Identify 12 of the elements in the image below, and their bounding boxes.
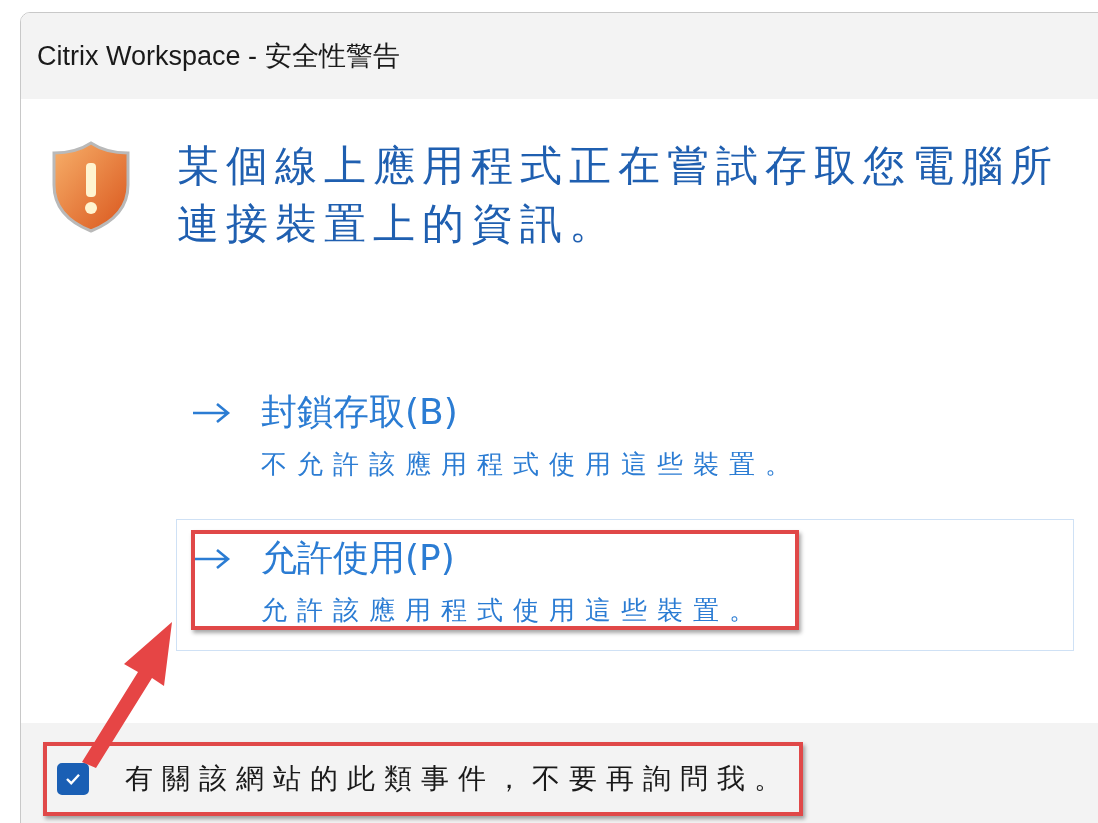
option-label: 封鎖存取(B) [261, 390, 458, 434]
alert-message: 某個線上應用程式正在嘗試存取您電腦所連接裝置上的資訊。 [177, 140, 1060, 250]
checkbox[interactable] [57, 763, 89, 795]
option-label: 允許使用(P) [261, 536, 455, 580]
option-link[interactable]: 允許使用(P) 允許該應用程式使用這些裝置。 [176, 519, 1074, 651]
warning-shield-icon [51, 141, 131, 233]
checkbox-label: 有關該網站的此類事件，不要再詢問我。 [125, 761, 791, 797]
option-link[interactable]: 封鎖存取(B) 不允許該應用程式使用這些裝置。 [176, 373, 1074, 505]
option-description: 不允許該應用程式使用這些裝置。 [261, 448, 802, 481]
arrow-right-icon [191, 400, 231, 425]
option-description: 允許該應用程式使用這些裝置。 [261, 594, 766, 627]
window-title: Citrix Workspace - 安全性警告 [37, 40, 400, 73]
